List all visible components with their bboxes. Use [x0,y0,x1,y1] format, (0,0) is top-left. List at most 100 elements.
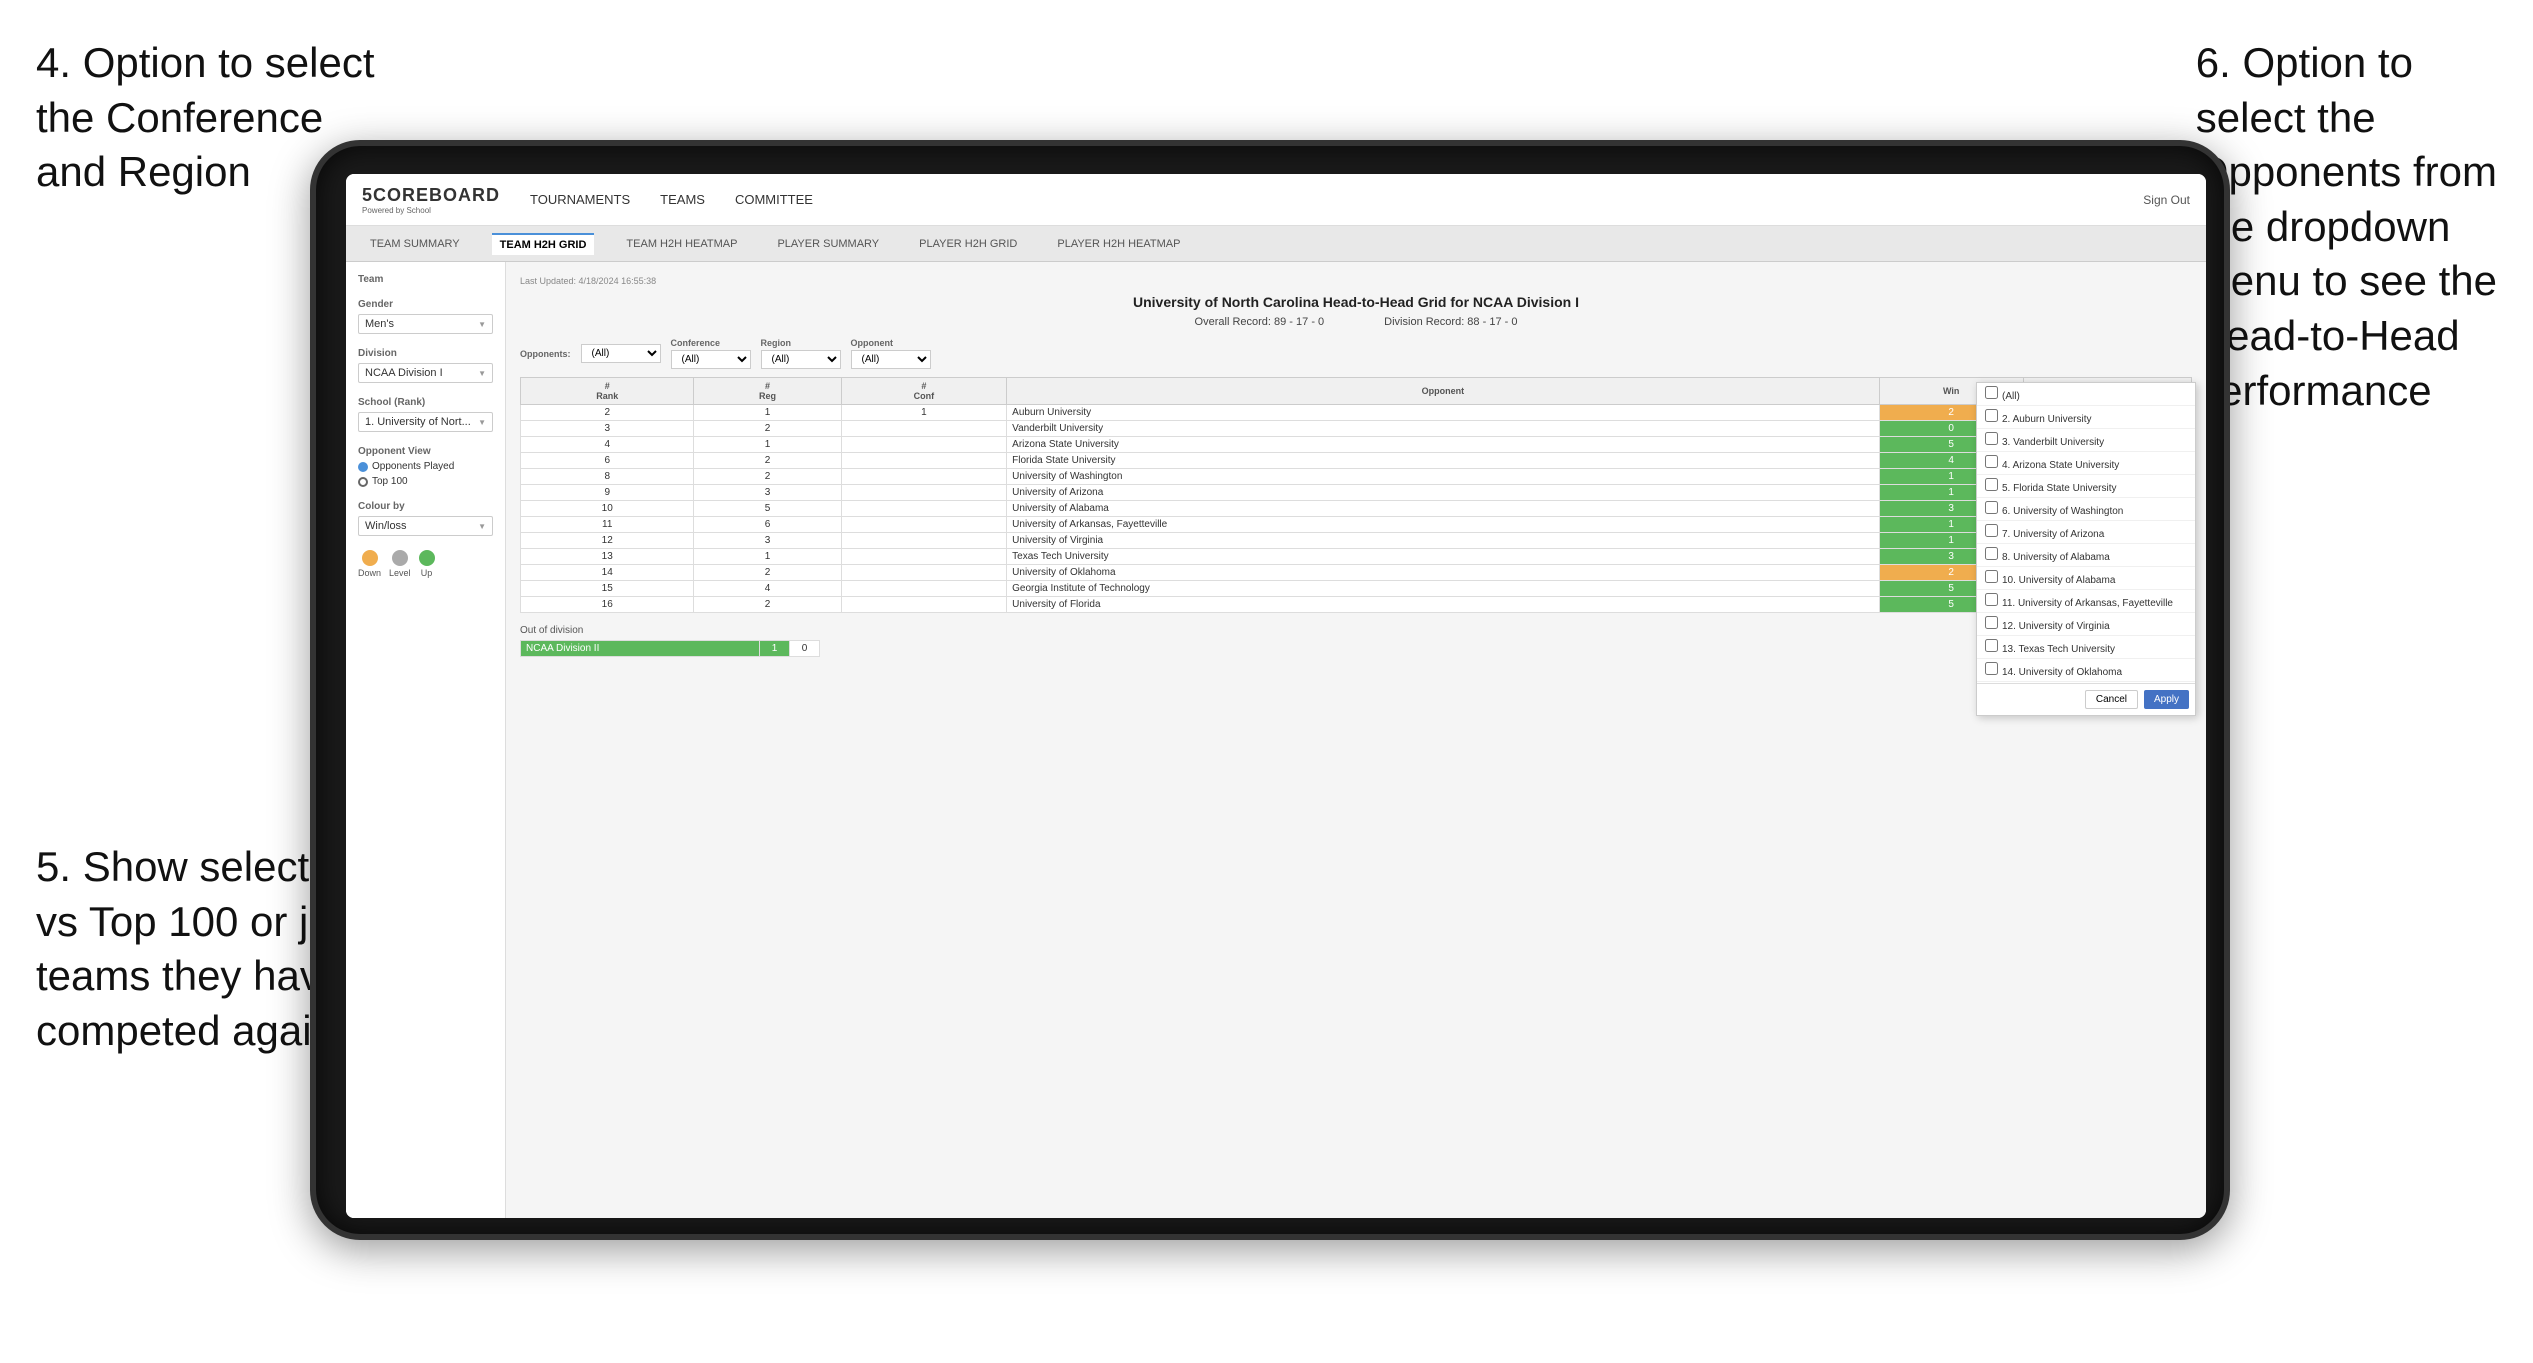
legend-level-dot [392,550,408,566]
table-row: 11 6 University of Arkansas, Fayettevill… [521,517,2192,533]
dropdown-item[interactable]: 4. Arizona State University [1977,452,2195,475]
sidebar-colour: Colour by Win/loss [358,501,493,536]
nav-items: TOURNAMENTS TEAMS COMMITTEE [530,188,2143,211]
sign-out-link[interactable]: Sign Out [2143,193,2190,207]
out-loss: 0 [790,641,820,657]
apply-button[interactable]: Apply [2144,690,2189,709]
division-dropdown[interactable]: NCAA Division I [358,363,493,383]
sidebar-school: School (Rank) 1. University of Nort... [358,397,493,432]
out-of-division-table: NCAA Division II 1 0 [520,640,820,657]
cell-rank: 14 [521,565,694,581]
colour-label: Colour by [358,501,493,512]
opponent-filter: Opponent (All) [851,338,931,369]
cell-reg: 2 [694,469,841,485]
sub-nav: TEAM SUMMARY TEAM H2H GRID TEAM H2H HEAT… [346,226,2206,262]
sub-nav-h2h-heatmap[interactable]: TEAM H2H HEATMAP [618,234,745,254]
out-label: Out of division [520,625,2192,636]
radio-dot-unselected [358,477,368,487]
out-of-division: Out of division NCAA Division II 1 0 [520,625,2192,657]
radio-top-100[interactable]: Top 100 [358,476,493,487]
table-row: 14 2 University of Oklahoma 2 2 [521,565,2192,581]
cell-opponent: University of Arizona [1007,485,1880,501]
gender-dropdown[interactable]: Men's [358,314,493,334]
dropdown-item[interactable]: 14. University of Oklahoma [1977,659,2195,682]
tablet-screen: 5COREBOARD Powered by School TOURNAMENTS… [346,174,2206,1218]
cell-rank: 4 [521,437,694,453]
table-row: 10 5 University of Alabama 3 0 [521,501,2192,517]
opponents-filter-label: Opponents: [520,349,571,359]
cell-conf [841,517,1007,533]
cell-reg: 1 [694,549,841,565]
cell-conf [841,565,1007,581]
cell-rank: 9 [521,485,694,501]
cell-conf [841,485,1007,501]
dropdown-item[interactable]: 8. University of Alabama [1977,544,2195,567]
table-row: 15 4 Georgia Institute of Technology 5 1 [521,581,2192,597]
radio-opponents-played[interactable]: Opponents Played [358,461,493,472]
cell-conf [841,581,1007,597]
cell-opponent: University of Washington [1007,469,1880,485]
out-division-name: NCAA Division II [521,641,760,657]
sub-nav-player-h2h-grid[interactable]: PLAYER H2H GRID [911,234,1025,254]
cell-rank: 3 [521,421,694,437]
cell-rank: 12 [521,533,694,549]
region-select[interactable]: (All) [761,350,841,369]
legend-level: Level [389,550,411,578]
nav-teams[interactable]: TEAMS [660,188,705,211]
table-header: #Rank #Reg #Conf Opponent Win Loss [521,378,2192,405]
cell-reg: 2 [694,565,841,581]
opponent-dropdown-overlay: (All)2. Auburn University3. Vanderbilt U… [1976,382,2196,716]
opponent-select[interactable]: (All) [851,350,931,369]
opponent-label: Opponent [851,338,931,348]
dropdown-item[interactable]: 2. Auburn University [1977,406,2195,429]
cell-rank: 8 [521,469,694,485]
cell-conf [841,597,1007,613]
cell-reg: 4 [694,581,841,597]
cell-reg: 1 [694,405,841,421]
table-row: 6 2 Florida State University 4 2 [521,453,2192,469]
dropdown-item[interactable]: 13. Texas Tech University [1977,636,2195,659]
dropdown-item[interactable]: 12. University of Virginia [1977,613,2195,636]
sub-nav-player-summary[interactable]: PLAYER SUMMARY [769,234,887,254]
dropdown-item[interactable]: (All) [1977,383,2195,406]
dropdown-item[interactable]: 3. Vanderbilt University [1977,429,2195,452]
sub-nav-team-summary[interactable]: TEAM SUMMARY [362,234,468,254]
logo-text: 5COREBOARD [362,185,500,206]
conference-select[interactable]: (All) [671,350,751,369]
colour-dropdown[interactable]: Win/loss [358,516,493,536]
cell-conf [841,501,1007,517]
sub-nav-h2h-grid[interactable]: TEAM H2H GRID [492,233,595,255]
th-conf: #Conf [841,378,1007,405]
cell-rank: 15 [521,581,694,597]
cell-rank: 10 [521,501,694,517]
dropdown-item[interactable]: 6. University of Washington [1977,498,2195,521]
cell-conf [841,437,1007,453]
filters-row: Opponents: (All) Conference (All) Region [520,338,2192,369]
dropdown-item[interactable]: 10. University of Alabama [1977,567,2195,590]
cell-reg: 2 [694,453,841,469]
cell-opponent: Arizona State University [1007,437,1880,453]
cell-conf [841,533,1007,549]
tablet-shell: 5COREBOARD Powered by School TOURNAMENTS… [310,140,2230,1240]
dropdown-item[interactable]: 5. Florida State University [1977,475,2195,498]
nav-tournaments[interactable]: TOURNAMENTS [530,188,630,211]
legend-down: Down [358,550,381,578]
annotation-top-right: 6. Option to select the Opponents from t… [2196,36,2497,418]
cancel-button[interactable]: Cancel [2085,690,2138,709]
dropdown-item[interactable]: 11. University of Arkansas, Fayetteville [1977,590,2195,613]
cell-opponent: University of Arkansas, Fayetteville [1007,517,1880,533]
cell-conf [841,549,1007,565]
nav-committee[interactable]: COMMITTEE [735,188,813,211]
school-dropdown[interactable]: 1. University of Nort... [358,412,493,432]
logo-area: 5COREBOARD Powered by School [362,185,500,215]
cell-opponent: Auburn University [1007,405,1880,421]
table-row: 8 2 University of Washington 1 0 [521,469,2192,485]
cell-rank: 13 [521,549,694,565]
radio-dot-selected [358,462,368,472]
opponents-filter-select[interactable]: (All) [581,344,661,363]
out-win: 1 [760,641,790,657]
dropdown-item[interactable]: 7. University of Arizona [1977,521,2195,544]
sub-nav-player-h2h-heatmap[interactable]: PLAYER H2H HEATMAP [1049,234,1188,254]
logo-sub: Powered by School [362,206,500,215]
header-row: #Rank #Reg #Conf Opponent Win Loss [521,378,2192,405]
